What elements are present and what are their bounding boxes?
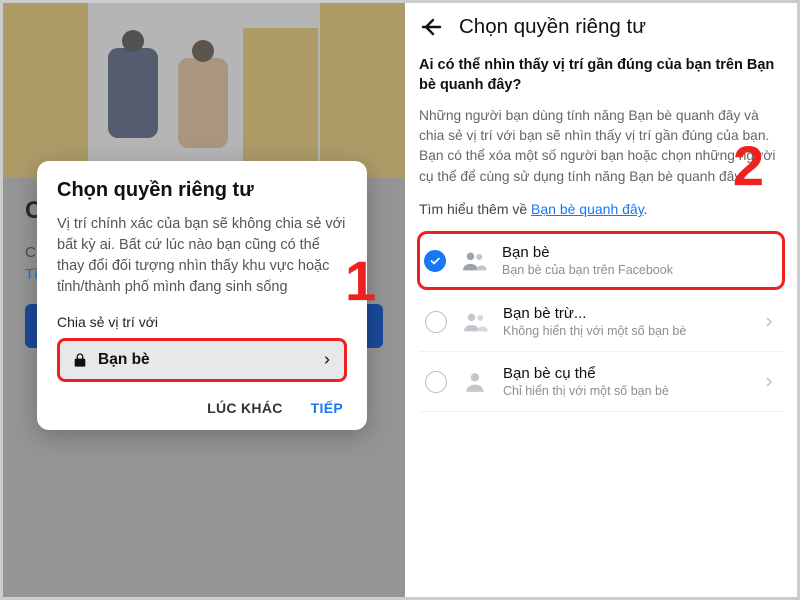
- right-question: Ai có thể nhìn thấy vị trí gần đúng của …: [419, 55, 783, 96]
- friends-icon: [460, 247, 488, 275]
- later-button[interactable]: LÚC KHÁC: [207, 400, 283, 416]
- radio-selected-icon: [424, 250, 446, 272]
- option-title: Bạn bè: [502, 244, 776, 261]
- left-panel: C q lị C c B chẳng hạn như khu vực hoặc …: [3, 3, 405, 597]
- card-actions: LÚC KHÁC TIẾP: [57, 400, 347, 416]
- share-with-value: Bạn bè: [98, 351, 150, 369]
- option-friends-except[interactable]: Bạn bè trừ... Không hiển thị với một số …: [419, 292, 783, 352]
- radio-icon: [425, 311, 447, 333]
- back-icon[interactable]: [419, 15, 443, 39]
- option-subtitle: Không hiển thị với một số bạn bè: [503, 324, 749, 338]
- lock-icon: [72, 352, 88, 368]
- chevron-right-icon: [322, 355, 332, 365]
- right-header: Chọn quyền riêng tư: [405, 3, 797, 49]
- option-title: Bạn bè cụ thể: [503, 365, 749, 382]
- card-description: Vị trí chính xác của bạn sẽ không chia s…: [57, 214, 347, 298]
- radio-icon: [425, 371, 447, 393]
- option-friends[interactable]: Bạn bè Bạn bè của bạn trên Facebook: [417, 231, 785, 290]
- next-button[interactable]: TIẾP: [311, 400, 343, 416]
- option-subtitle: Chỉ hiển thị với một số bạn bè: [503, 384, 749, 398]
- right-title: Chọn quyền riêng tư: [459, 15, 646, 39]
- privacy-card: Chọn quyền riêng tư Vị trí chính xác của…: [37, 161, 367, 430]
- specific-friend-icon: [461, 368, 489, 396]
- card-title: Chọn quyền riêng tư: [57, 179, 347, 202]
- friends-except-icon: [461, 308, 489, 336]
- step-number-2: 2: [733, 133, 764, 198]
- chevron-right-icon: [763, 376, 775, 388]
- friends-nearby-link[interactable]: Bạn bè quanh đây: [531, 201, 644, 217]
- share-with-selector[interactable]: Bạn bè: [57, 338, 347, 382]
- right-learn-more: Tìm hiểu thêm về Bạn bè quanh đây.: [419, 201, 783, 217]
- step-number-1: 1: [345, 248, 376, 313]
- right-panel: Chọn quyền riêng tư Ai có thể nhìn thấy …: [405, 3, 797, 597]
- chevron-right-icon: [763, 316, 775, 328]
- share-with-label: Chia sẻ vị trí với: [57, 314, 347, 330]
- option-subtitle: Bạn bè của bạn trên Facebook: [502, 263, 776, 277]
- option-title: Bạn bè trừ...: [503, 305, 749, 322]
- option-specific-friends[interactable]: Bạn bè cụ thể Chỉ hiển thị với một số bạ…: [419, 352, 783, 412]
- right-paragraph: Những người bạn dùng tính năng Bạn bè qu…: [419, 106, 783, 188]
